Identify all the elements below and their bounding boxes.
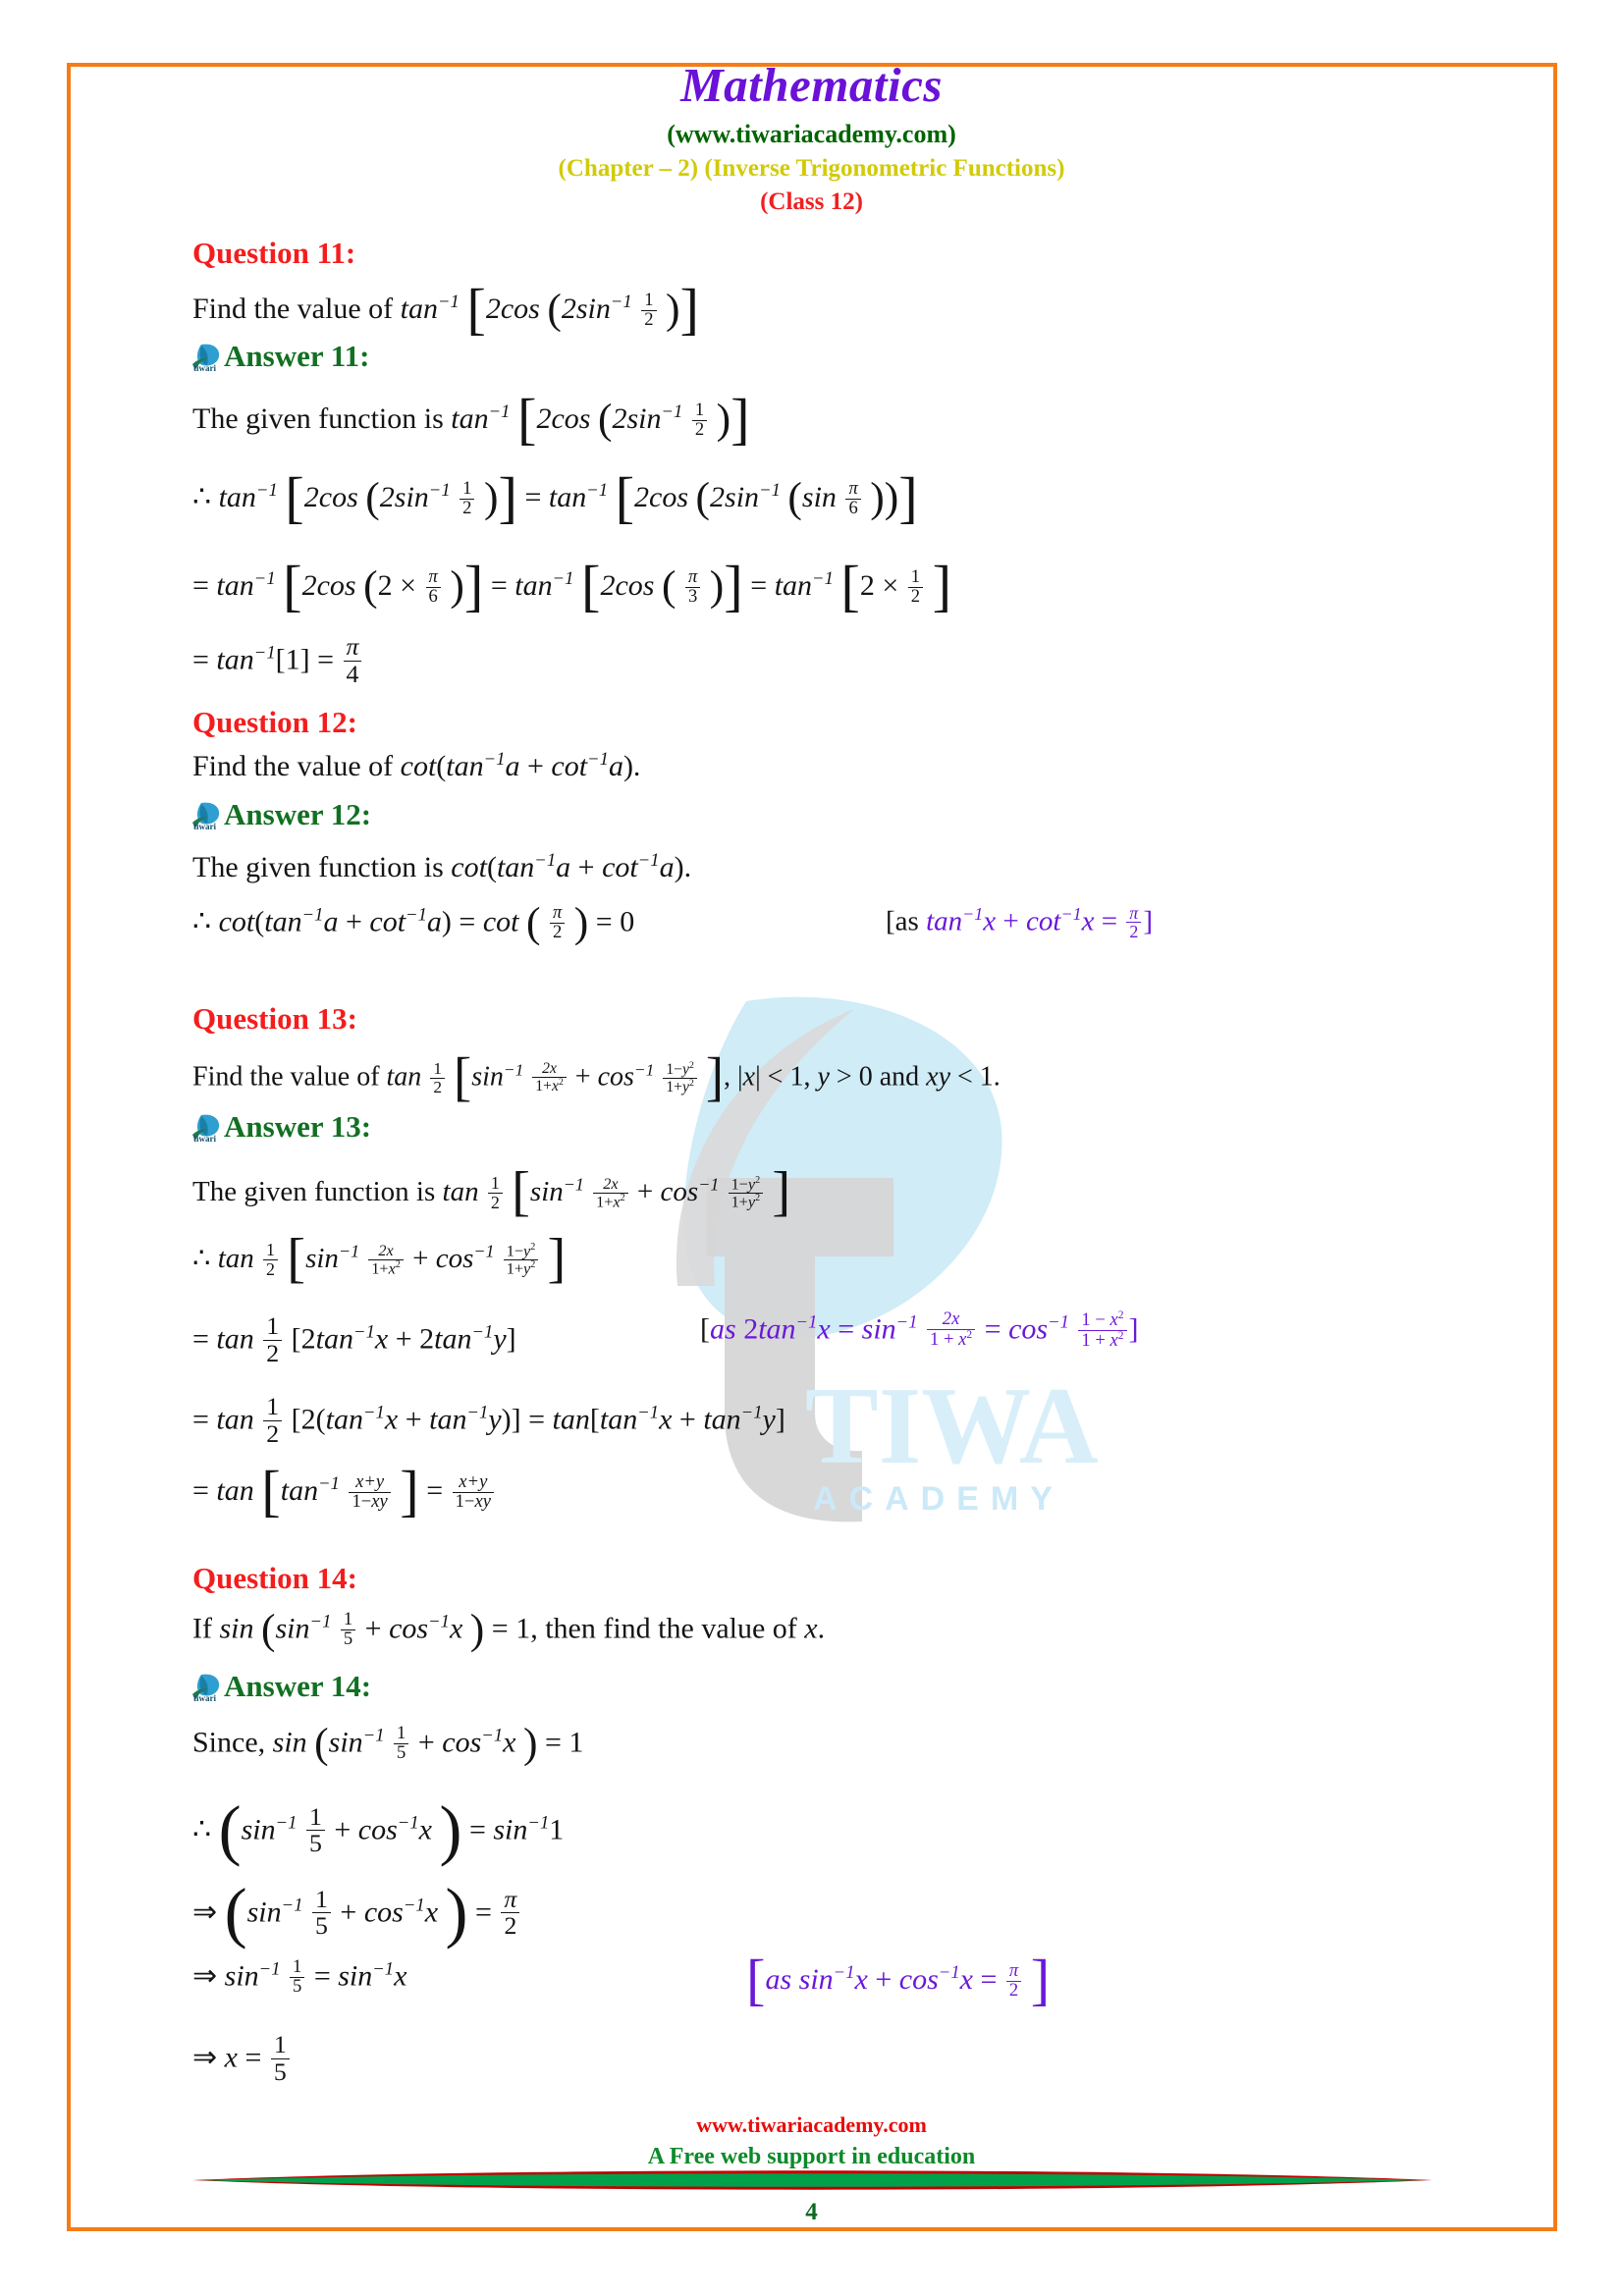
question-13-text: Find the value of tan 12 [sin−1 2x 1+x2 +…: [192, 1046, 1001, 1107]
answer-14-label-text: Answer 14:: [224, 1669, 372, 1703]
answer-11-label: tiwari Answer 11:: [189, 339, 369, 374]
tiwari-leaf-icon: tiwari: [189, 1113, 223, 1144]
answer-14-label: tiwari Answer 14:: [189, 1669, 371, 1704]
document-page: TIWARI ACADEMY Mathematics (www.tiwariac…: [0, 0, 1623, 2296]
page-number: 4: [805, 2199, 818, 2225]
header-website: (www.tiwariacademy.com): [667, 120, 956, 148]
header-chapter: (Chapter – 2) (Inverse Trigonometric Fun…: [558, 155, 1065, 182]
since-text: Since,: [192, 1726, 266, 1759]
answer-13-intro: The given function is tan 12 [sin−1 2x 1+…: [192, 1161, 791, 1223]
and-text: and: [879, 1061, 927, 1093]
tiwari-leaf-icon: tiwari: [189, 801, 223, 831]
find-value-of-text: Find the value of: [192, 293, 394, 326]
answer-13-step-1: ∴ tan 12 [sin−1 2x 1+x2 + cos−1 1−y2 1+y2 …: [192, 1228, 567, 1290]
svg-text:tiwari: tiwari: [193, 363, 216, 373]
tiwari-leaf-icon: tiwari: [189, 1673, 223, 1703]
then-find-text: , then find the value of: [530, 1612, 805, 1645]
page-title: Mathematics: [680, 58, 943, 112]
question-12-label: Question 12:: [192, 705, 357, 739]
given-function-text: The given function is: [192, 402, 444, 436]
answer-13-label: tiwari Answer 13:: [189, 1109, 371, 1145]
question-11-label: Question 11:: [192, 236, 356, 270]
answer-14-step-1: ∴ (sin−1 15 + cos−1x ) = sin−11: [192, 1791, 565, 1867]
answer-14-note: [as sin−1x + cos−1x = π2 ]: [746, 1948, 1051, 2012]
answer-11-step-2: = tan−1 [2cos (2 × π6 )] = tan−1 [2cos (…: [192, 554, 952, 618]
answer-14-step-4: ⇒ x = 15: [192, 2032, 292, 2087]
answer-13-step-3: = tan 12 [2(tan−1x + tan−1y)] = tan[tan−…: [192, 1392, 785, 1448]
answer-12-step-1: ∴ cot(tan−1a + cot−1a) = cot ( π2 ) = 0: [192, 898, 635, 946]
find-value-of-text-3: Find the value of: [192, 1061, 380, 1093]
given-function-text-3: The given function is: [192, 1175, 436, 1207]
tiwari-leaf-icon: tiwari: [189, 343, 223, 373]
answer-12-label-text: Answer 12:: [224, 797, 372, 831]
svg-text:tiwari: tiwari: [193, 1134, 216, 1144]
question-13-label: Question 13:: [192, 1001, 357, 1036]
given-function-text-2: The given function is: [192, 851, 444, 883]
footer-website: www.tiwariacademy.com: [696, 2112, 927, 2137]
header-class: (Class 12): [760, 188, 863, 215]
answer-13-step-2: = tan 12 [2tan−1x + 2tan−1y]: [192, 1311, 516, 1367]
answer-14-step-0: Since, sin (sin−1 15 + cos−1x ) = 1: [192, 1719, 584, 1767]
answer-11-label-text: Answer 11:: [224, 339, 370, 373]
answer-13-step-4: = tan [tan−1 x+y 1−xy ] = x+y 1−xy: [192, 1463, 496, 1522]
if-text: If: [192, 1612, 212, 1645]
answer-12-intro: The given function is cot(tan−1a + cot−1…: [192, 850, 692, 883]
svg-text:tiwari: tiwari: [193, 1693, 216, 1703]
footer-divider: [192, 2165, 1433, 2195]
question-14-label: Question 14:: [192, 1561, 357, 1595]
answer-11-intro: The given function is tan−1 [2cos (2sin−…: [192, 387, 750, 452]
answer-12-label: tiwari Answer 12:: [189, 797, 371, 832]
answer-11-step-3: = tan−1[1] = π4: [192, 634, 363, 689]
answer-11-step-1: ∴ tan−1 [2cos (2sin−1 12 )] = tan−1 [2co…: [192, 465, 918, 530]
question-11-text: Find the value of tan−1 [2cos (2sin−1 12…: [192, 277, 699, 342]
question-14-text: If sin (sin−1 15 + cos−1x ) = 1, then fi…: [192, 1605, 826, 1653]
find-value-of-text-2: Find the value of: [192, 750, 394, 782]
answer-12-note: [as tan−1x + cot−1x = π 2]: [886, 903, 1153, 942]
question-12-text: Find the value of cot(tan−1a + cot−1a).: [192, 749, 641, 782]
svg-text:tiwari: tiwari: [193, 822, 216, 831]
answer-13-note: [as 2tan−1x = sin−1 2x 1 + x2 = cos−1 1 −…: [700, 1308, 1139, 1352]
answer-14-step-2: ⇒ (sin−1 15 + cos−1x ) = π2: [192, 1878, 521, 1949]
answer-14-step-3: ⇒ sin−1 15 = sin−1x: [192, 1955, 407, 1997]
answer-13-label-text: Answer 13:: [224, 1109, 372, 1144]
